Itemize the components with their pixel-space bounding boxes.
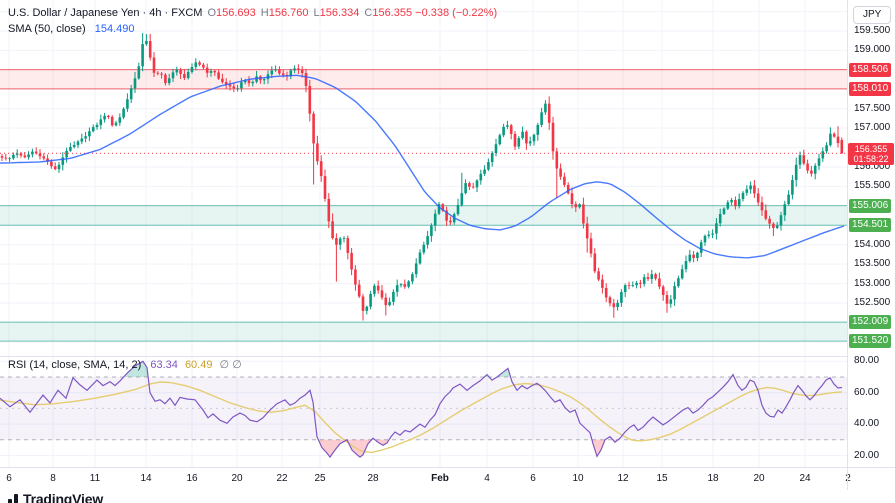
open-value: 156.693 bbox=[216, 7, 256, 19]
time-label: 18 bbox=[707, 473, 719, 484]
time-label: 8 bbox=[50, 473, 56, 484]
tradingview-logo-icon bbox=[8, 494, 18, 503]
last-price-badge: 156.355 01:58:22 bbox=[848, 143, 894, 166]
last-price-value: 156.355 bbox=[854, 144, 888, 155]
price-tick-label: 157.500 bbox=[854, 102, 891, 114]
rsi-legend: RSI (14, close, SMA, 14, 2) 63.34 60.49 … bbox=[8, 358, 242, 371]
symbol-title[interactable]: U.S. Dollar / Japanese Yen · 4h · FXCM bbox=[8, 7, 202, 19]
price-tick-label: 153.000 bbox=[854, 277, 891, 289]
time-label: 14 bbox=[140, 473, 152, 484]
rsi-label[interactable]: RSI (14, close, SMA, 14, 2) bbox=[8, 359, 141, 371]
bar-countdown: 01:58:22 bbox=[853, 154, 889, 165]
symbol-legend: U.S. Dollar / Japanese Yen · 4h · FXCM O1… bbox=[8, 5, 497, 37]
high-value: 156.760 bbox=[268, 7, 309, 19]
time-label: 6 bbox=[6, 473, 12, 484]
price-axis[interactable]: JPY 159.500159.000158.500158.000157.5001… bbox=[847, 0, 895, 467]
sma-value: 154.490 bbox=[94, 23, 135, 35]
price-zone-badge: 152.009 bbox=[849, 315, 892, 330]
price-zone-badge: 155.006 bbox=[849, 198, 892, 213]
price-tick-label: 157.000 bbox=[854, 122, 891, 134]
price-zone-badge: 158.010 bbox=[849, 81, 892, 96]
rsi-tick-label: 60.00 bbox=[854, 386, 880, 398]
time-label: 28 bbox=[367, 473, 379, 484]
axis-corner-divider bbox=[847, 467, 848, 490]
price-zone-badge: 158.506 bbox=[849, 62, 892, 77]
time-label: 12 bbox=[617, 473, 629, 484]
time-label: 10 bbox=[572, 473, 584, 484]
price-tick-label: 159.500 bbox=[854, 25, 891, 36]
price-tick-label: 153.500 bbox=[854, 258, 891, 270]
low-value: 156.334 bbox=[319, 7, 360, 19]
time-label: 6 bbox=[530, 473, 536, 484]
rsi-value: 63.34 bbox=[150, 359, 178, 371]
time-label: 25 bbox=[314, 473, 326, 484]
currency-button[interactable]: JPY bbox=[853, 6, 892, 24]
tradingview-logo-text: TradingView bbox=[23, 491, 104, 503]
rsi-tick-label: 40.00 bbox=[854, 418, 880, 430]
open-label: O bbox=[207, 7, 216, 19]
change-value: −0.338 (−0.22%) bbox=[415, 7, 498, 19]
price-tick-label: 152.500 bbox=[854, 296, 891, 308]
rsi-empty-values: ∅ ∅ bbox=[219, 359, 242, 371]
main-price-pane[interactable] bbox=[0, 0, 847, 356]
close-value: 156.355 bbox=[372, 7, 413, 19]
price-tick-label: 159.000 bbox=[854, 44, 891, 56]
tradingview-logo[interactable]: TradingView bbox=[8, 491, 103, 503]
rsi-ma-value: 60.49 bbox=[184, 359, 213, 371]
time-label: Feb bbox=[431, 473, 449, 484]
legend-row-sma: SMA (50, close) 154.490 bbox=[8, 21, 497, 37]
time-label: 24 bbox=[799, 473, 811, 484]
time-label: 11 bbox=[89, 473, 101, 484]
time-label: 22 bbox=[276, 473, 288, 484]
pane-divider[interactable] bbox=[0, 356, 895, 357]
rsi-indicator-pane[interactable] bbox=[0, 356, 847, 467]
legend-row-symbol: U.S. Dollar / Japanese Yen · 4h · FXCM O1… bbox=[8, 5, 497, 21]
price-zone-badge: 154.501 bbox=[849, 218, 892, 233]
price-tick-label: 154.000 bbox=[854, 238, 891, 250]
time-label: 20 bbox=[231, 473, 243, 484]
time-axis[interactable]: 6 8 11 14 16 20 22 25 28 Feb 4 6 10 12 15 18 20 24 2 bbox=[0, 467, 895, 491]
rsi-tick-label: 20.00 bbox=[854, 449, 880, 461]
price-zone-badge: 151.520 bbox=[849, 334, 892, 349]
sma-label[interactable]: SMA (50, close) bbox=[8, 23, 86, 35]
time-label: 20 bbox=[753, 473, 765, 484]
time-label: 15 bbox=[656, 473, 668, 484]
time-label: 4 bbox=[484, 473, 490, 484]
price-tick-label: 155.500 bbox=[854, 180, 891, 192]
high-label: H bbox=[260, 7, 269, 19]
time-label: 16 bbox=[186, 473, 198, 484]
rsi-tick-label: 80.00 bbox=[854, 355, 880, 367]
tradingview-chart-window: U.S. Dollar / Japanese Yen · 4h · FXCM O1… bbox=[0, 0, 895, 503]
